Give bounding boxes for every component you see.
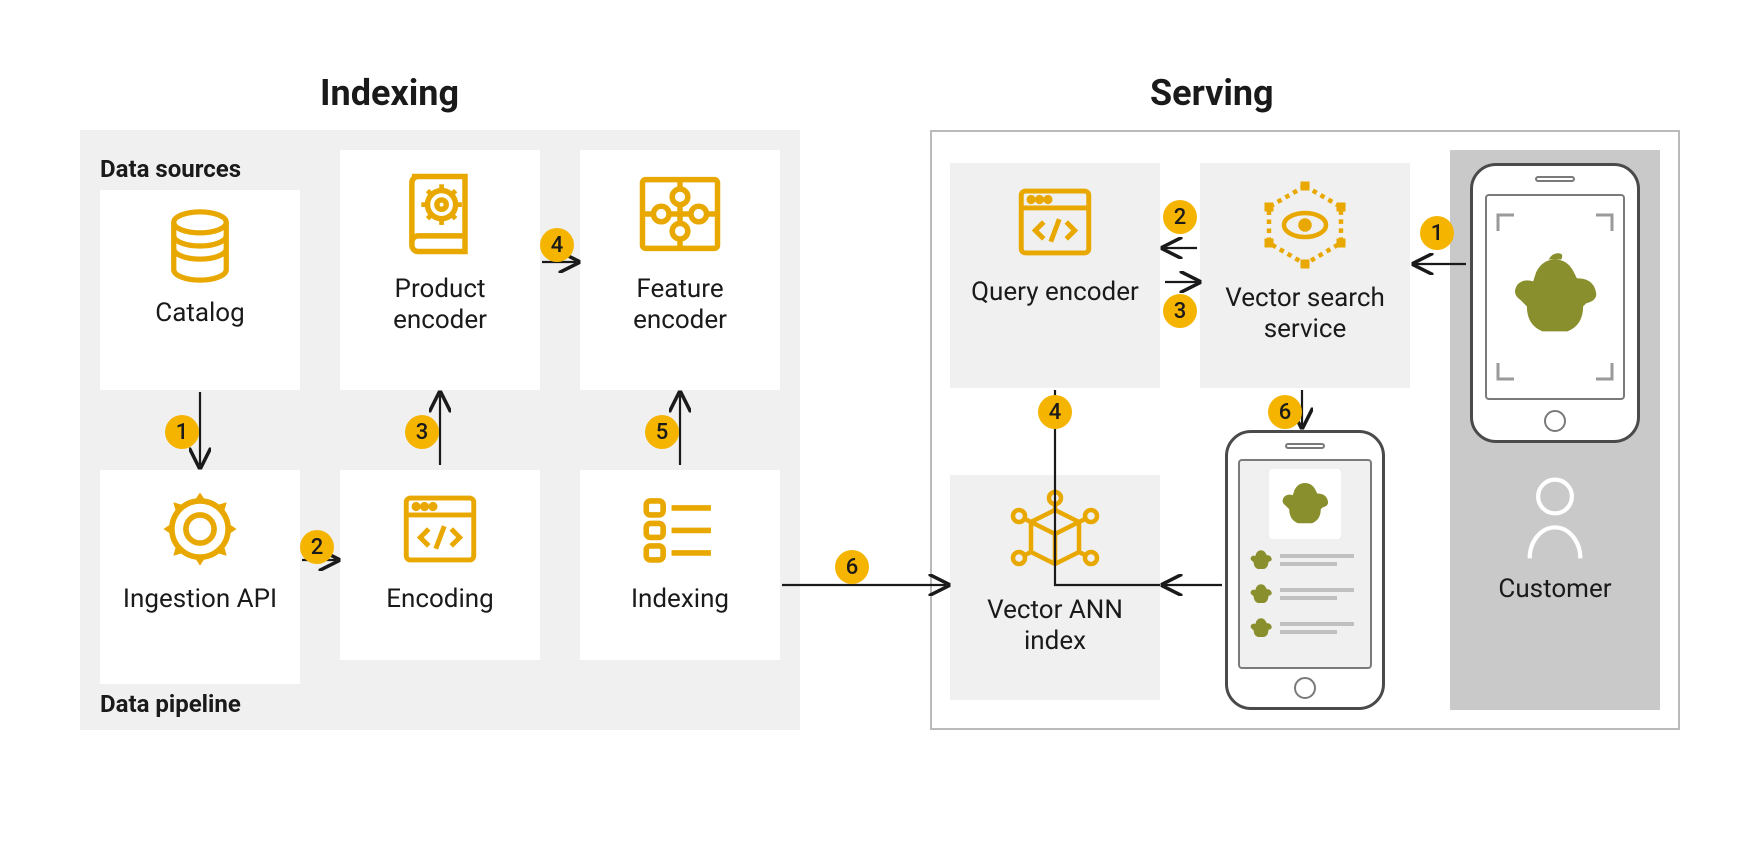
node-query-encoder: Query encoder — [950, 163, 1160, 388]
node-product-encoder: Product encoder — [340, 150, 540, 390]
node-encoding: Encoding — [340, 470, 540, 660]
section-title-serving: Serving — [1150, 72, 1274, 114]
database-icon — [158, 204, 242, 288]
node-catalog: Catalog — [100, 190, 300, 390]
result-row — [1248, 581, 1362, 607]
result-row — [1248, 615, 1362, 641]
puzzle-icon — [630, 164, 730, 264]
node-label: Product encoder — [350, 274, 530, 336]
result-card-main — [1269, 469, 1341, 539]
badge-idx-2: 2 — [300, 530, 334, 564]
book-gear-icon — [390, 164, 490, 264]
badge-idx-5: 5 — [645, 415, 679, 449]
list-icon — [635, 484, 725, 574]
vector-eye-icon — [1257, 177, 1353, 273]
node-label: Indexing — [631, 584, 729, 615]
node-label: Catalog — [155, 298, 244, 329]
node-label: Customer — [1498, 574, 1611, 605]
node-label: Feature encoder — [590, 274, 770, 336]
result-row — [1248, 547, 1362, 573]
badge-idx-1: 1 — [165, 415, 199, 449]
node-indexing: Indexing — [580, 470, 780, 660]
person-icon — [1520, 474, 1590, 564]
badge-idx-4: 4 — [540, 228, 574, 262]
gear-icon — [155, 484, 245, 574]
node-label: Encoding — [386, 584, 494, 615]
data-pipeline-label: Data pipeline — [100, 690, 241, 718]
teapot-icon — [1277, 476, 1333, 532]
badge-idx-6: 6 — [835, 550, 869, 584]
camera-frame-icon — [1490, 207, 1620, 387]
node-vector-ann-index: Vector ANN index — [950, 475, 1160, 700]
results-phone — [1225, 430, 1385, 710]
node-feature-encoder: Feature encoder — [580, 150, 780, 390]
data-sources-label: Data sources — [100, 155, 241, 183]
node-label: Ingestion API — [123, 584, 277, 615]
badge-srv-2: 2 — [1163, 200, 1197, 234]
node-label: Vector search service — [1210, 283, 1400, 345]
node-label: Vector ANN index — [960, 595, 1150, 657]
node-vector-search-service: Vector search service — [1200, 163, 1410, 388]
badge-srv-3: 3 — [1163, 294, 1197, 328]
code-window-icon — [395, 484, 485, 574]
customer-phone — [1470, 163, 1640, 443]
node-label: Query encoder — [971, 277, 1139, 308]
badge-idx-3: 3 — [405, 415, 439, 449]
badge-srv-1: 1 — [1420, 216, 1454, 250]
badge-srv-6: 6 — [1268, 395, 1302, 429]
badge-srv-4: 4 — [1038, 395, 1072, 429]
section-title-indexing: Indexing — [320, 72, 459, 114]
node-ingestion-api: Ingestion API — [100, 470, 300, 684]
code-window-icon — [1010, 177, 1100, 267]
cube-nodes-icon — [1007, 489, 1103, 585]
